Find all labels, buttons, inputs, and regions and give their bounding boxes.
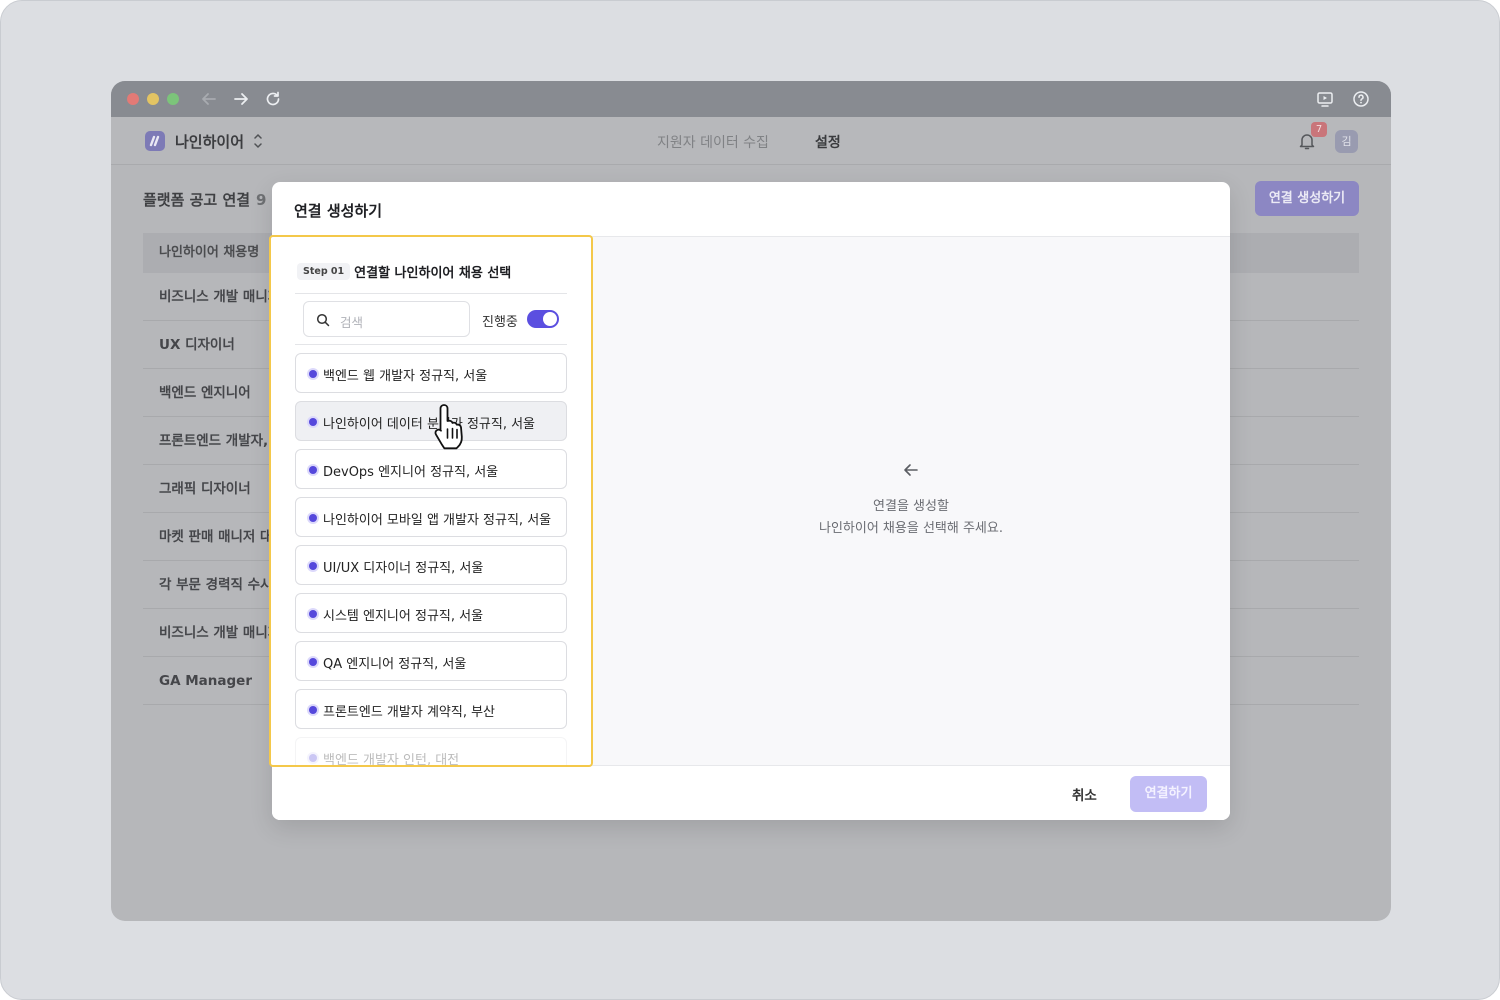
in-progress-toggle[interactable] (527, 310, 559, 328)
job-option[interactable]: 시스템 엔지니어 정규직, 서울 (295, 593, 567, 633)
status-dot-icon (309, 466, 317, 474)
empty-state-line-2: 나인하이어 채용을 선택해 주세요. (819, 521, 1003, 536)
avatar[interactable]: 김 (1335, 130, 1358, 153)
tab-applicant-data[interactable]: 지원자 데이터 수집 (657, 132, 769, 152)
notification-badge: 7 (1311, 122, 1327, 137)
job-option[interactable]: 백엔드 웹 개발자 정규직, 서울 (295, 353, 567, 393)
modal-footer: 취소 연결하기 (272, 765, 1230, 820)
cancel-button[interactable]: 취소 (1072, 784, 1097, 804)
in-progress-label: 진행중 (482, 315, 518, 330)
browser-titlebar (111, 81, 1391, 117)
toggle-knob (543, 312, 557, 326)
page-count: 9 (256, 191, 267, 209)
job-option-label: DevOps 엔지니어 정규직, 서울 (323, 465, 499, 480)
job-option-label: 백엔드 웹 개발자 정규직, 서울 (323, 369, 488, 384)
status-dot-icon (309, 562, 317, 570)
job-option-label: UI/UX 디자이너 정규직, 서울 (323, 561, 484, 576)
status-dot-icon (309, 754, 317, 762)
step-heading: Step 01 연결할 나인하이어 채용 선택 (297, 261, 511, 281)
modal-title: 연결 생성하기 (294, 202, 383, 220)
org-name[interactable]: 나인하이어 (175, 131, 244, 152)
job-option-label: 나인하이어 모바일 앱 개발자 정규직, 서울 (323, 513, 552, 528)
search-placeholder: 검색 (340, 315, 364, 330)
status-dot-icon (309, 514, 317, 522)
reload-icon[interactable] (263, 89, 283, 109)
maximize-window-button[interactable] (167, 93, 179, 105)
search-icon (316, 313, 330, 327)
status-dot-icon (309, 610, 317, 618)
job-option[interactable]: 프론트엔드 개발자 계약직, 부산 (295, 689, 567, 729)
logo-icon (145, 131, 165, 151)
job-option-label: 백엔드 개발자 인턴, 대전 (323, 753, 460, 767)
arrow-right-icon[interactable] (231, 89, 251, 109)
status-dot-icon (309, 370, 317, 378)
job-option[interactable]: UI/UX 디자이너 정규직, 서울 (295, 545, 567, 585)
search-toolbar: 검색 진행중 (295, 293, 567, 345)
job-option[interactable]: 백엔드 개발자 인턴, 대전 (295, 737, 567, 767)
search-input[interactable]: 검색 (303, 301, 470, 337)
status-dot-icon (309, 418, 317, 426)
job-option-label: 시스템 엔지니어 정규직, 서울 (323, 609, 484, 624)
empty-state-panel: 연결을 생성할 나인하이어 채용을 선택해 주세요. (592, 237, 1230, 765)
help-circle-icon[interactable] (1351, 89, 1371, 109)
create-connection-button[interactable]: 연결 생성하기 (1255, 181, 1359, 216)
empty-state-message: 연결을 생성할 나인하이어 채용을 선택해 주세요. (592, 496, 1230, 540)
page-title-text: 플랫폼 공고 연결 (143, 191, 251, 209)
connect-button[interactable]: 연결하기 (1130, 776, 1207, 812)
screen-share-icon[interactable] (1315, 89, 1335, 109)
job-option-label: QA 엔지니어 정규직, 서울 (323, 657, 467, 672)
arrow-left-icon[interactable] (199, 89, 219, 109)
status-dot-icon (309, 706, 317, 714)
step-title: 연결할 나인하이어 채용 선택 (354, 266, 512, 281)
page-title: 플랫폼 공고 연결 9 (143, 189, 266, 210)
chevron-updown-icon[interactable] (253, 129, 263, 153)
status-dot-icon (309, 658, 317, 666)
job-option[interactable]: QA 엔지니어 정규직, 서울 (295, 641, 567, 681)
tab-settings[interactable]: 설정 (815, 132, 841, 152)
job-option-label: 프론트엔드 개발자 계약직, 부산 (323, 705, 496, 720)
arrow-left-icon (904, 464, 918, 476)
close-window-button[interactable] (127, 93, 139, 105)
hand-pointer-icon (434, 404, 463, 450)
step-chip: Step 01 (297, 263, 351, 280)
empty-state-line-1: 연결을 생성할 (873, 499, 949, 514)
app-header: 나인하이어 지원자 데이터 수집 설정 7 김 (111, 117, 1391, 165)
minimize-window-button[interactable] (147, 93, 159, 105)
job-option[interactable]: DevOps 엔지니어 정규직, 서울 (295, 449, 567, 489)
modal-header: 연결 생성하기 (272, 182, 1230, 237)
screen-frame: 나인하이어 지원자 데이터 수집 설정 7 김 플랫폼 공고 연결 9 연결 생성… (0, 0, 1500, 1000)
job-option[interactable]: 나인하이어 모바일 앱 개발자 정규직, 서울 (295, 497, 567, 537)
job-select-panel: Step 01 연결할 나인하이어 채용 선택 검색 진행중 백엔드 웹 개발자 … (269, 235, 593, 767)
